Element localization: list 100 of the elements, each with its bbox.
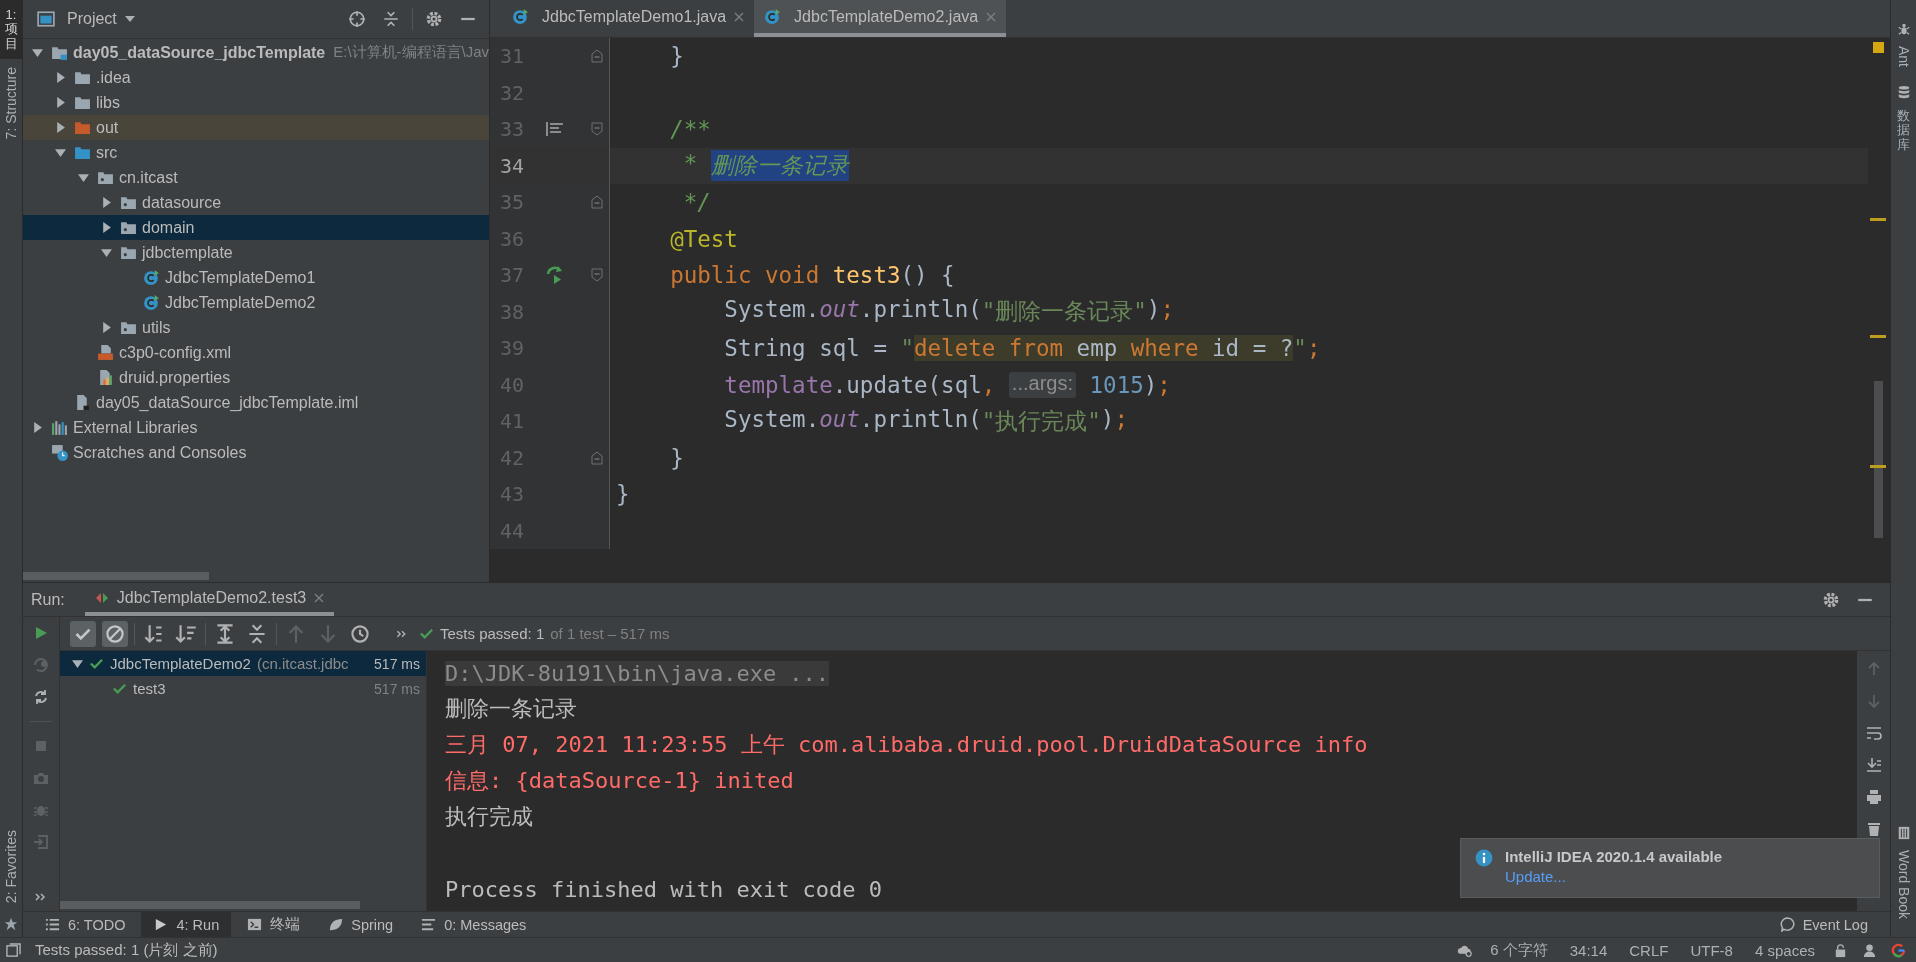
run-tab[interactable]: JdbcTemplateDemo2.test3	[84, 583, 335, 617]
tree-row[interactable]: c3p0-config.xml	[23, 340, 489, 365]
close-icon[interactable]	[734, 11, 745, 22]
tool-window-label: 6: TODO	[68, 916, 126, 933]
folder-icon	[97, 169, 114, 186]
tree-row[interactable]: External Libraries	[23, 415, 489, 440]
close-icon[interactable]	[314, 592, 325, 603]
editor-tab[interactable]: JdbcTemplateDemo1.java	[502, 0, 755, 37]
expanded-arrow-icon[interactable]	[101, 247, 112, 258]
scrollbar-thumb[interactable]	[1874, 381, 1883, 538]
tree-row[interactable]: .idea	[23, 65, 489, 90]
code-token: ,	[981, 371, 997, 398]
tree-row[interactable]: druid.properties	[23, 365, 489, 390]
run-icon[interactable]	[545, 265, 565, 286]
collapsed-arrow-icon[interactable]	[32, 422, 43, 433]
circle-logo-icon[interactable]	[1891, 942, 1906, 958]
status-item[interactable]: 34:14	[1565, 941, 1612, 959]
side-tool-tab[interactable]: 1: 项目	[0, 0, 22, 59]
side-tool-tab[interactable]: 7: Structure	[0, 58, 22, 148]
lines-icon[interactable]	[546, 121, 564, 138]
folder-icon	[120, 194, 137, 211]
collapsed-arrow-icon[interactable]	[101, 197, 112, 208]
star-icon[interactable]	[4, 917, 18, 931]
settings-icon[interactable]	[1822, 590, 1840, 609]
tool-window-button[interactable]: 6: TODO	[33, 912, 138, 937]
info-icon	[1475, 849, 1493, 867]
expanded-arrow-icon[interactable]	[78, 172, 89, 183]
tool-window-button[interactable]: 终端	[235, 912, 313, 937]
ignored-icon[interactable]	[102, 620, 128, 647]
tree-row[interactable]: libs	[23, 90, 489, 115]
tree-row[interactable]: cn.itcast	[23, 165, 489, 190]
warning-marker[interactable]	[1870, 465, 1886, 468]
play-icon[interactable]	[33, 625, 49, 642]
class-icon	[512, 8, 529, 25]
code-token: ;	[1157, 371, 1171, 398]
database-icon	[1896, 85, 1911, 99]
warning-marker[interactable]	[1870, 335, 1886, 338]
class-icon	[143, 269, 160, 286]
status-item[interactable]: 4 spaces	[1750, 941, 1819, 959]
console-command: D:\JDK-8u191\bin\java.exe ...	[445, 660, 830, 686]
tree-row[interactable]: JdbcTemplateDemo2	[23, 290, 489, 315]
tree-row[interactable]: JdbcTemplateDemo1	[23, 265, 489, 290]
collapse-icon[interactable]	[382, 10, 400, 28]
side-tool-tab[interactable]: Word Book	[1895, 814, 1912, 925]
update-link[interactable]: Update...	[1505, 868, 1566, 885]
tool-window-label: 0: Messages	[444, 916, 527, 933]
tree-row[interactable]: src	[23, 140, 489, 165]
test-row[interactable]: test3 517 ms	[60, 676, 426, 702]
sync-icon[interactable]	[33, 689, 49, 706]
collapsed-arrow-icon[interactable]	[101, 322, 112, 333]
caret-icon[interactable]	[124, 16, 135, 22]
wrap-icon[interactable]	[1865, 725, 1882, 742]
side-tool-tab[interactable]: 2: Favorites	[0, 821, 22, 911]
status-item[interactable]: CRLF	[1625, 941, 1673, 959]
expanded-arrow-icon[interactable]	[32, 47, 43, 58]
collapsed-arrow-icon[interactable]	[55, 122, 66, 133]
tool-window-button[interactable]: Spring	[316, 912, 406, 937]
console-log-line: 信息: {dataSource-1} inited	[445, 767, 794, 796]
code-token: *	[682, 150, 699, 179]
warning-marker[interactable]	[1870, 218, 1886, 221]
event-log-button[interactable]: Event Log	[1767, 912, 1880, 937]
panel-title[interactable]: Project	[67, 10, 117, 28]
check-icon[interactable]	[70, 620, 96, 647]
test-icon	[94, 590, 109, 605]
layout-toggle-icon[interactable]	[6, 942, 21, 958]
expanded-arrow-icon[interactable]	[72, 658, 83, 670]
scroll-to-end-icon[interactable]	[1865, 757, 1882, 774]
scrollbar-thumb[interactable]	[60, 901, 360, 909]
side-tool-tab[interactable]: 数据库	[1896, 73, 1911, 158]
editor-tab[interactable]: JdbcTemplateDemo2.java	[754, 0, 1007, 37]
collapsed-arrow-icon[interactable]	[101, 222, 112, 233]
print-icon[interactable]	[1865, 789, 1882, 806]
test-name: JdbcTemplateDemo2	[110, 655, 251, 673]
tree-row[interactable]: domain	[23, 215, 489, 240]
tool-window-button[interactable]: 0: Messages	[409, 912, 539, 937]
test-row[interactable]: JdbcTemplateDemo2 (cn.itcast.jdbc 517 ms	[60, 651, 426, 677]
inspector-icon[interactable]	[1862, 942, 1877, 958]
tree-row[interactable]: datasource	[23, 190, 489, 215]
settings-icon[interactable]	[425, 10, 443, 28]
code-token: id = ?	[1198, 335, 1294, 362]
trash-icon[interactable]	[1865, 821, 1882, 838]
scrollbar-thumb[interactable]	[23, 572, 209, 581]
code-token: )	[1146, 296, 1161, 325]
collapsed-arrow-icon[interactable]	[55, 97, 66, 108]
expanded-arrow-icon[interactable]	[55, 147, 66, 158]
locate-icon[interactable]	[348, 10, 366, 28]
tool-window-button[interactable]: 4: Run	[141, 912, 232, 937]
tree-row[interactable]: day05_dataSource_jdbcTemplate.iml	[23, 390, 489, 415]
tree-row[interactable]: Scratches and Consoles	[23, 440, 489, 465]
lock-icon[interactable]	[1833, 942, 1848, 958]
collapsed-arrow-icon[interactable]	[55, 72, 66, 83]
status-message: Tests passed: 1 (片刻 之前)	[35, 940, 218, 960]
code-token: out	[819, 405, 860, 434]
tree-row[interactable]: jdbctemplate	[23, 240, 489, 265]
side-tool-tab[interactable]: Ant	[1895, 10, 1912, 73]
tree-row[interactable]: day05_dataSource_jdbcTemplate E:\计算机-编程语言\Jav	[23, 40, 489, 65]
tree-row[interactable]: utils	[23, 315, 489, 340]
tree-row[interactable]: out	[23, 115, 489, 140]
status-item[interactable]: UTF-8	[1686, 941, 1737, 959]
status-item[interactable]: 6 个字符	[1486, 940, 1552, 960]
